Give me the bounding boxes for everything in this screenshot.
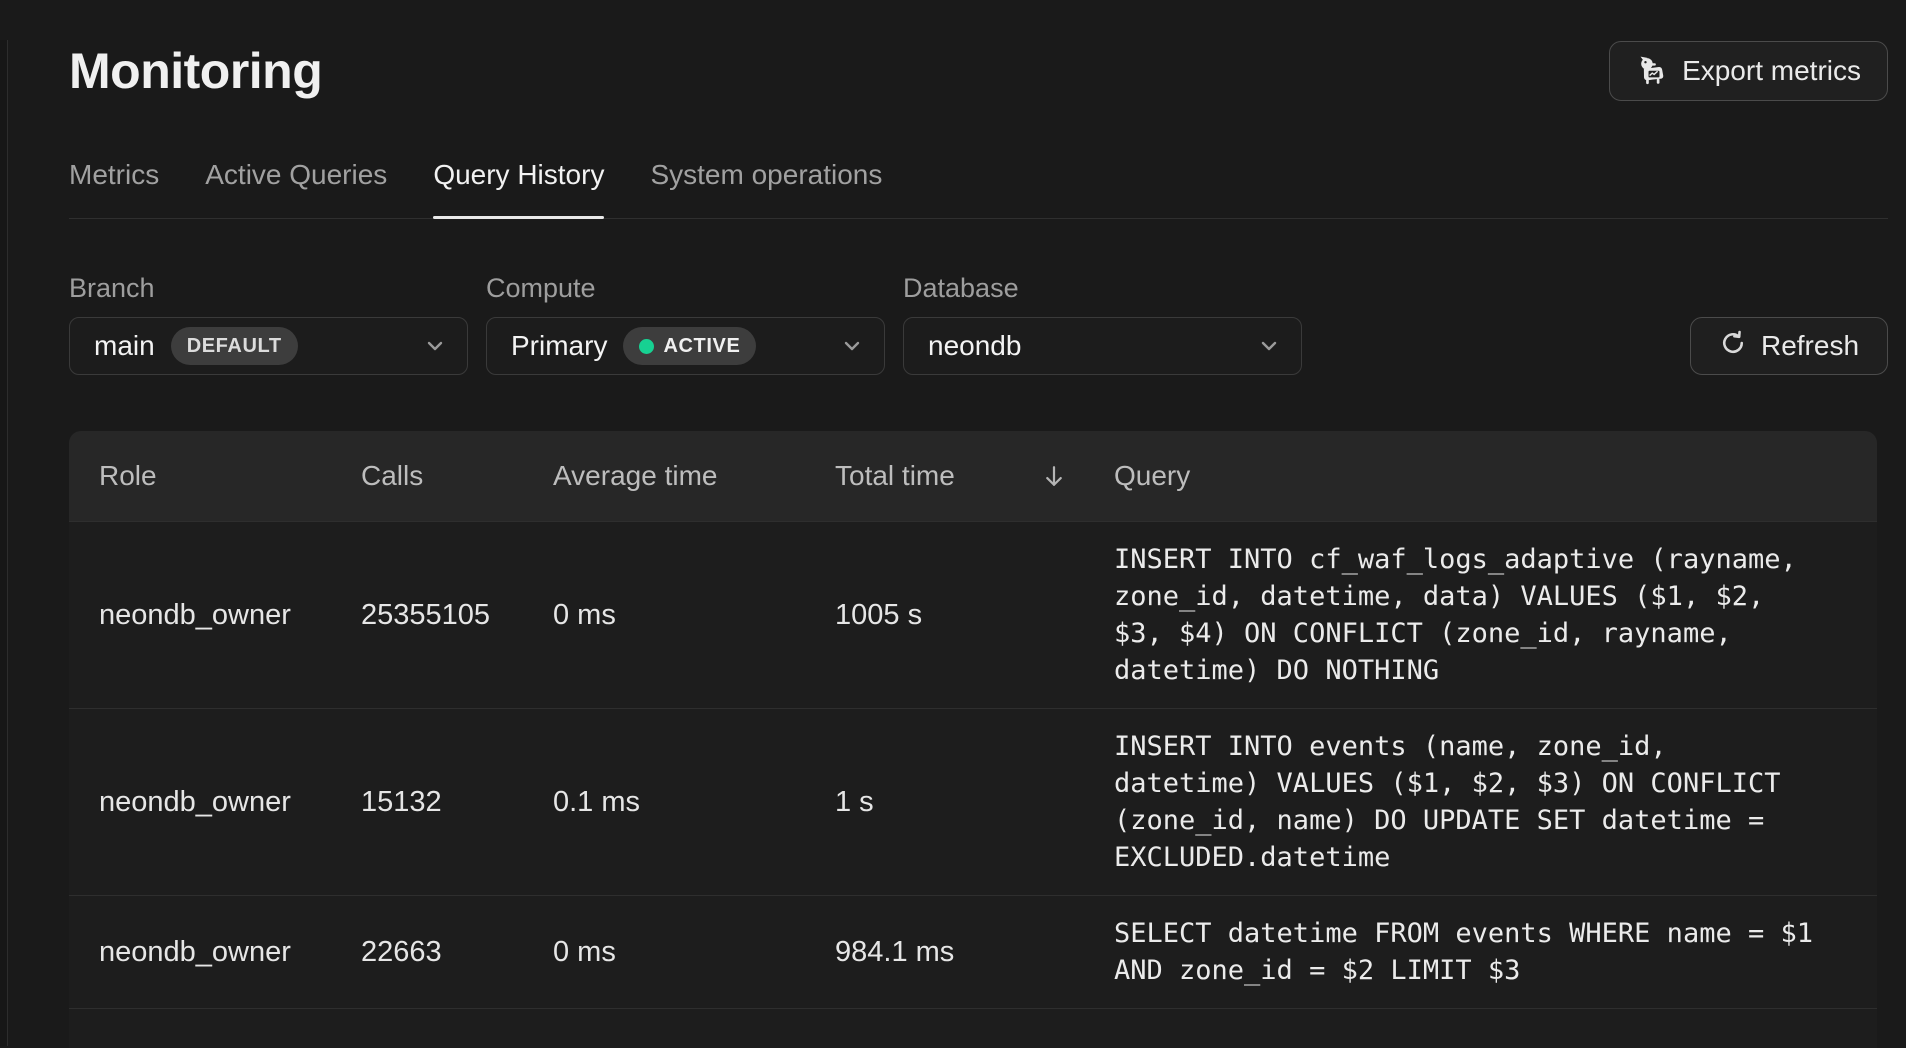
page-header: Monitoring Export metrics — [69, 40, 1888, 102]
column-header-role[interactable]: Role — [99, 460, 361, 492]
active-badge: ACTIVE — [623, 327, 756, 365]
export-metrics-label: Export metrics — [1682, 55, 1861, 87]
export-metrics-button[interactable]: Export metrics — [1609, 41, 1888, 101]
table-row[interactable] — [69, 1008, 1877, 1048]
calls-cell: 22663 — [361, 936, 553, 969]
total-time-cell: 1 s — [835, 786, 1114, 819]
monitoring-page: Monitoring Export metrics Metrics Acti — [69, 40, 1888, 1048]
refresh-button[interactable]: Refresh — [1690, 317, 1888, 375]
total-time-cell: 984.1 ms — [835, 936, 1114, 969]
database-filter: Database neondb — [903, 272, 1302, 375]
green-dot-icon — [639, 339, 654, 354]
filters-bar: Branch main DEFAULT Compute Primary ACTI… — [69, 272, 1888, 375]
role-cell: neondb_owner — [99, 599, 361, 632]
chevron-down-icon — [840, 334, 864, 358]
compute-filter: Compute Primary ACTIVE — [486, 272, 885, 375]
database-value: neondb — [928, 330, 1021, 362]
average-time-cell: 0 ms — [553, 936, 835, 969]
branch-value: main — [94, 330, 155, 362]
database-select[interactable]: neondb — [903, 317, 1302, 375]
calls-cell: 25355105 — [361, 599, 553, 632]
table-header-row: Role Calls Average time Total time Query — [69, 431, 1877, 521]
panel-left-border — [0, 40, 8, 1046]
column-header-average-time[interactable]: Average time — [553, 460, 835, 492]
query-cell: INSERT INTO cf_waf_logs_adaptive (raynam… — [1114, 522, 1824, 708]
tab-query-history[interactable]: Query History — [433, 158, 604, 218]
chevron-down-icon — [1257, 334, 1281, 358]
branch-label: Branch — [69, 272, 468, 304]
refresh-label: Refresh — [1761, 330, 1859, 362]
page-title: Monitoring — [69, 42, 322, 100]
table-row[interactable]: neondb_owner 25355105 0 ms 1005 s INSERT… — [69, 521, 1877, 708]
refresh-icon — [1719, 329, 1747, 364]
datadog-dog-icon — [1636, 55, 1668, 87]
role-cell: neondb_owner — [99, 786, 361, 819]
total-time-label: Total time — [835, 460, 955, 492]
tab-metrics[interactable]: Metrics — [69, 158, 159, 218]
database-label: Database — [903, 272, 1302, 304]
average-time-cell: 0.1 ms — [553, 786, 835, 819]
branch-filter: Branch main DEFAULT — [69, 272, 468, 375]
default-badge: DEFAULT — [171, 327, 298, 365]
table-row[interactable]: neondb_owner 15132 0.1 ms 1 s INSERT INT… — [69, 708, 1877, 895]
tab-system-operations[interactable]: System operations — [650, 158, 882, 218]
role-cell: neondb_owner — [99, 936, 361, 969]
query-history-table: Role Calls Average time Total time Query… — [69, 431, 1877, 1048]
column-header-query[interactable]: Query — [1114, 460, 1824, 492]
active-badge-label: ACTIVE — [663, 335, 740, 358]
compute-label: Compute — [486, 272, 885, 304]
branch-select[interactable]: main DEFAULT — [69, 317, 468, 375]
arrow-down-icon[interactable] — [1040, 462, 1068, 490]
total-time-cell: 1005 s — [835, 599, 1114, 632]
compute-select[interactable]: Primary ACTIVE — [486, 317, 885, 375]
calls-cell: 15132 — [361, 786, 553, 819]
average-time-cell: 0 ms — [553, 599, 835, 632]
chevron-down-icon — [423, 334, 447, 358]
query-cell: SELECT datetime FROM events WHERE name =… — [1114, 896, 1824, 1008]
monitoring-tabs: Metrics Active Queries Query History Sys… — [69, 158, 1888, 219]
table-row[interactable]: neondb_owner 22663 0 ms 984.1 ms SELECT … — [69, 895, 1877, 1008]
column-header-calls[interactable]: Calls — [361, 460, 553, 492]
column-header-total-time[interactable]: Total time — [835, 460, 1114, 492]
compute-value: Primary — [511, 330, 607, 362]
default-badge-label: DEFAULT — [187, 335, 282, 358]
tab-active-queries[interactable]: Active Queries — [205, 158, 387, 218]
query-cell: INSERT INTO events (name, zone_id, datet… — [1114, 709, 1824, 895]
